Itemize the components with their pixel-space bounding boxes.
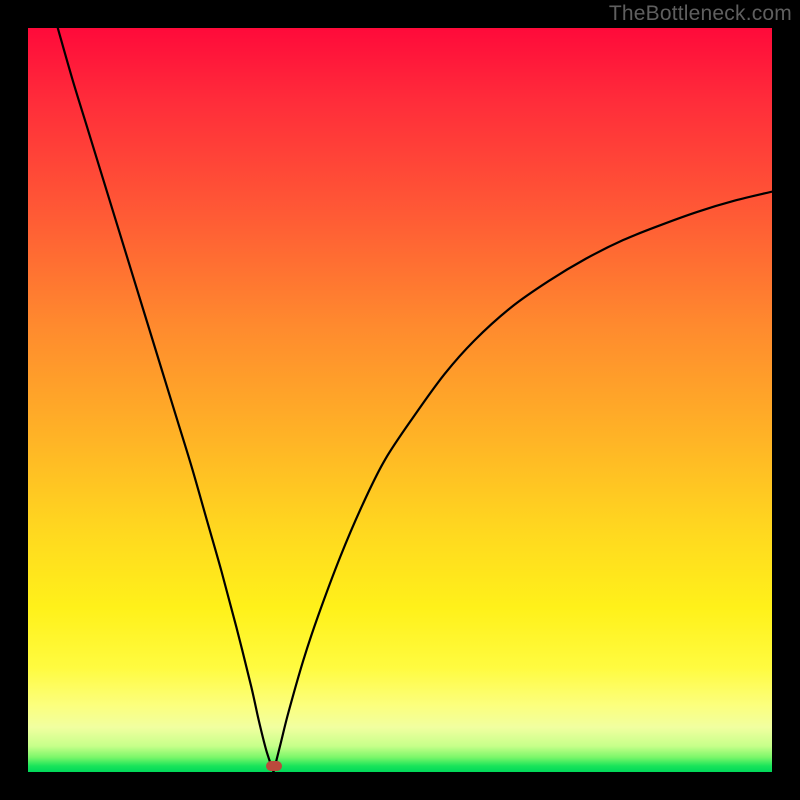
- chart-frame: TheBottleneck.com: [0, 0, 800, 800]
- optimal-point-marker: [266, 761, 282, 771]
- bottleneck-curve: [28, 28, 772, 772]
- plot-area: [28, 28, 772, 772]
- watermark-text: TheBottleneck.com: [609, 2, 792, 26]
